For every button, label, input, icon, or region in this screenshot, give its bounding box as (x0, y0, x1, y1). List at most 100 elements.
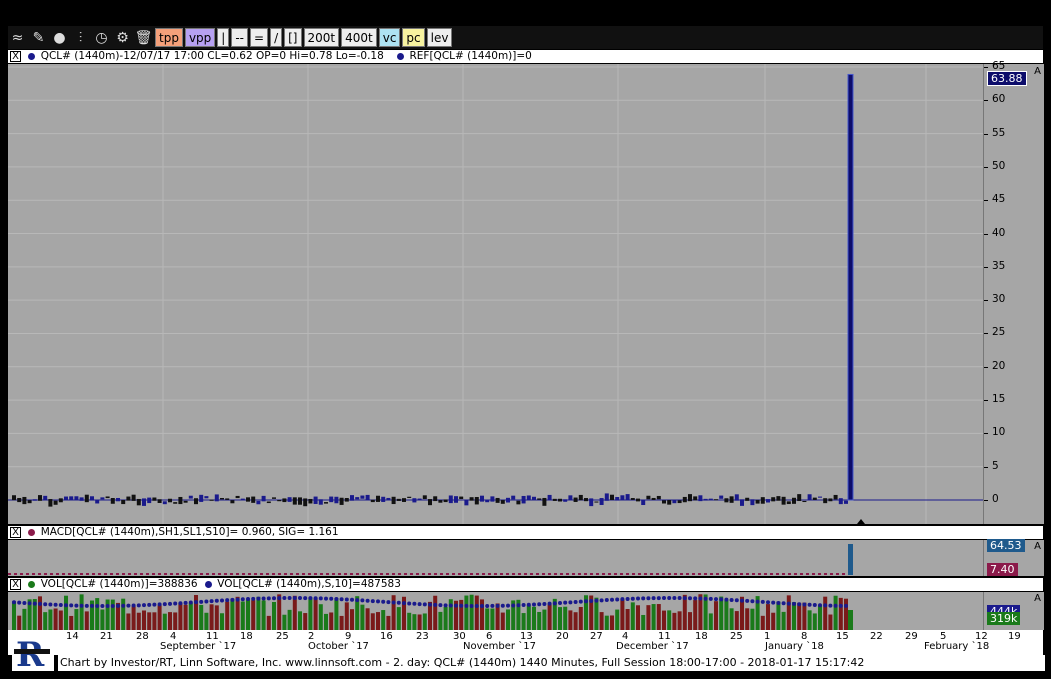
volume-bar (760, 615, 765, 630)
volume-bar (848, 610, 853, 630)
macd-chart-area[interactable] (8, 540, 983, 576)
volume-bar (797, 602, 802, 630)
lev-button[interactable]: lev (426, 28, 453, 47)
price-candle (511, 495, 516, 500)
volume-ma-dot (818, 603, 822, 608)
price-candle (339, 497, 344, 505)
equal-line-button[interactable]: = (250, 28, 269, 47)
price-candle (651, 497, 656, 500)
vol-axis-mode[interactable]: A (1034, 593, 1041, 604)
trash-icon[interactable]: 🗑 (134, 28, 153, 47)
price-candle (417, 498, 422, 501)
candles-icon[interactable]: ⫶ (71, 28, 90, 47)
price-candle (344, 498, 349, 502)
price-candle (448, 495, 453, 504)
volume-bar (152, 612, 157, 630)
price-candle (693, 496, 698, 501)
time-x-axis[interactable]: 14 21 28 4 11 18 25 2 9 16 23 30 6 13 20 27 4 11 18 25 1 8 15 2… (8, 630, 1043, 655)
volume-ma-dot (771, 600, 776, 605)
price-candle (282, 498, 287, 503)
macd-panel-close-button[interactable]: X (10, 526, 21, 538)
400t-button[interactable]: 400t (341, 28, 377, 47)
price-candle (110, 497, 115, 504)
volume-bar (558, 607, 562, 630)
x-day-label: 25 (276, 631, 289, 642)
volume-bar (350, 609, 354, 630)
price-candle (277, 499, 282, 502)
macd-y-axis[interactable]: A 64.53 7.40 (983, 539, 1044, 576)
volume-ma-dot (188, 600, 193, 605)
price-candle (495, 497, 500, 503)
volume-bar (412, 614, 417, 630)
gear-icon[interactable]: ⚙ (113, 28, 132, 47)
vol-panel-close-button[interactable]: X (10, 578, 21, 590)
y-tick-label: 35 (992, 259, 1006, 272)
bomb-icon[interactable]: ● (50, 28, 69, 47)
volume-ma-dot (266, 596, 271, 601)
volume-bar (142, 610, 146, 630)
volume-ma-dot (589, 598, 594, 603)
volume-ma-dot (277, 596, 282, 601)
price-candle (469, 497, 474, 501)
clock-icon[interactable]: ◷ (92, 28, 111, 47)
volume-bar (688, 612, 692, 630)
volume-bar (157, 605, 162, 630)
volume-bar (53, 608, 58, 630)
last-price-tag: 63.88 (987, 71, 1027, 86)
price-candle (147, 497, 152, 504)
volume-ma-dot (142, 603, 146, 608)
price-candle (22, 496, 27, 505)
volume-ma-dot (12, 600, 16, 605)
vc-button[interactable]: vc (378, 28, 401, 47)
y-tick-label: 0 (992, 493, 999, 505)
price-candle (719, 495, 724, 499)
volume-ma-dot (625, 596, 630, 601)
pc-button[interactable]: pc (402, 28, 425, 47)
vertical-line-button[interactable]: | (217, 28, 230, 47)
price-y-axis[interactable]: 65 60 55 50 45 40 35 30 25 20 15 10 5 0 A 63.88 (983, 60, 1044, 524)
rectangle-button[interactable]: [] (284, 28, 302, 47)
volume-bar (646, 605, 651, 630)
volume-ma-dot (199, 599, 204, 604)
price-candle (688, 494, 692, 502)
x-month-label: December `17 (616, 641, 689, 652)
volume-bar (433, 595, 438, 630)
volume-bar (464, 595, 469, 630)
volume-ma-dot (677, 596, 682, 601)
price-chart-area[interactable] (8, 64, 983, 524)
price-candle (636, 498, 640, 502)
vol-ma-title: VOL[QCL# (1440m),S,10]=487583 (217, 578, 401, 590)
vol-y-axis[interactable]: A 444k 319k (983, 592, 1044, 630)
price-candle (287, 497, 292, 502)
price-candle (188, 495, 193, 499)
volume-ma-dot (256, 596, 261, 601)
price-candle (542, 497, 547, 506)
price-candle (178, 496, 183, 505)
200t-button[interactable]: 200t (303, 28, 340, 47)
price-candle (464, 500, 469, 506)
volume-ma-dot (84, 603, 89, 608)
volume-bar (719, 596, 724, 630)
trend-line-button[interactable]: / (270, 28, 283, 47)
tpp-button[interactable]: tpp (155, 28, 183, 47)
volume-ma-dot (474, 603, 479, 608)
price-candle (792, 497, 796, 504)
price-candle (729, 496, 734, 503)
volume-bar (147, 612, 152, 630)
volume-ma-dot (563, 600, 568, 605)
price-axis-mode[interactable]: A (1034, 66, 1041, 77)
price-candle (152, 497, 157, 501)
vpp-button[interactable]: vpp (184, 28, 216, 47)
vol-chart-area[interactable] (8, 592, 983, 630)
macd-chart-svg (8, 544, 853, 575)
volume-bar (298, 611, 302, 630)
dashed-line-button[interactable]: -- (231, 28, 249, 47)
volume-bar (610, 615, 614, 630)
chart-type-icon[interactable]: ≈ (8, 28, 27, 47)
draw-pencil-icon[interactable]: ✎ (29, 28, 48, 47)
price-candle (318, 499, 323, 505)
volume-ma-dot (708, 596, 713, 601)
macd-axis-mode[interactable]: A (1034, 541, 1041, 552)
volume-ma-dot (552, 601, 557, 606)
price-panel-close-button[interactable]: X (10, 50, 21, 62)
